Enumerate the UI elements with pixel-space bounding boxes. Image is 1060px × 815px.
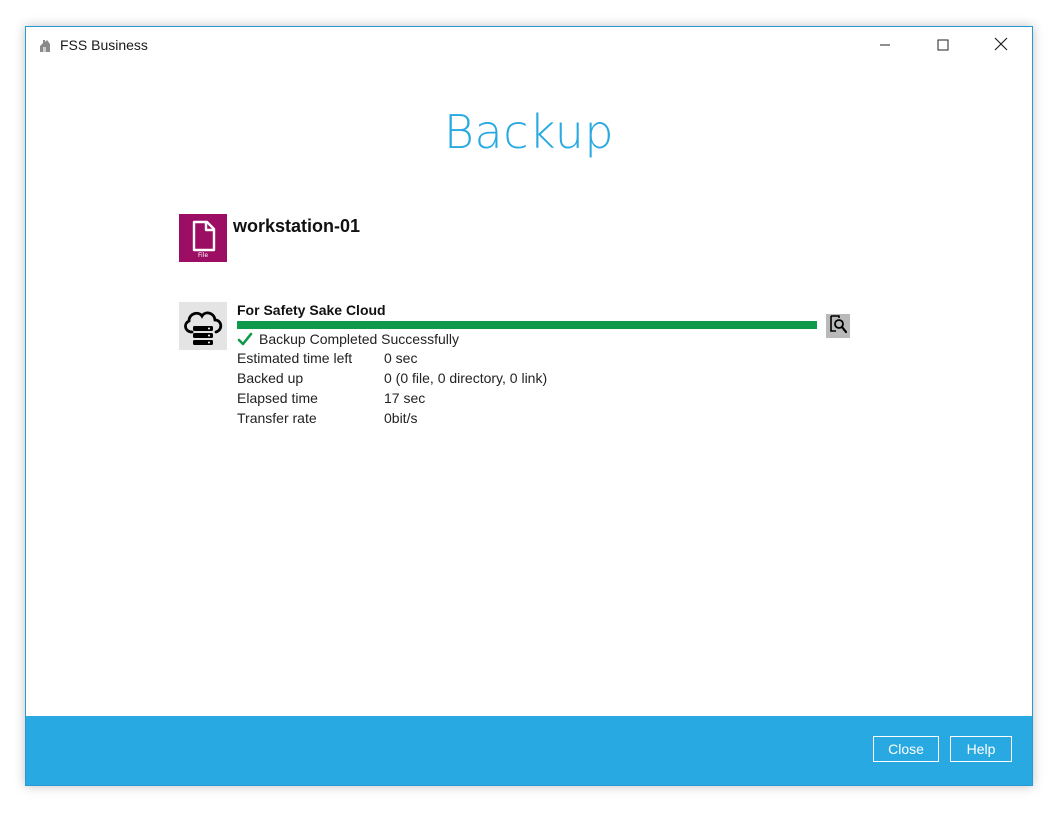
elapsed-time-label: Elapsed time [237,390,318,406]
backed-up-value: 0 (0 file, 0 directory, 0 link) [384,370,548,386]
magnify-report-icon [828,314,848,338]
title-bar[interactable]: FSS Business [26,27,1032,65]
transfer-rate-value: 0bit/s [384,410,418,426]
transfer-rate-label: Transfer rate [237,410,317,426]
backup-status-text: Backup Completed Successfully [259,331,459,347]
backup-progress-bar [237,321,817,329]
backup-status: Backup Completed Successfully [237,330,459,348]
backup-progress-fill [237,321,817,329]
backup-set-badge: File [179,214,227,262]
backup-window: FSS Business Backup File workstation-01 … [25,26,1033,786]
close-icon [994,36,1008,55]
minimize-icon [879,36,891,55]
help-button[interactable]: Help [950,736,1012,762]
backup-set-name: workstation-01 [233,216,361,236]
estimated-time-label: Estimated time left [237,350,353,366]
checkmark-icon [237,331,253,347]
close-window-button[interactable] [978,27,1024,63]
view-report-button[interactable] [826,314,850,338]
footer-bar: Close Help [26,716,1032,785]
maximize-button[interactable] [920,27,966,63]
minimize-button[interactable] [862,27,908,63]
destination-name: For Safety Sake Cloud [237,302,386,318]
backup-set-type-label: File [197,252,209,259]
estimated-time-value: 0 sec [384,350,418,366]
close-button[interactable]: Close [873,736,939,762]
backed-up-label: Backed up [237,370,304,386]
destination-badge [179,302,227,350]
page-title: Backup [443,105,615,159]
maximize-icon [937,36,949,55]
app-logo-icon [37,38,53,54]
window-title: FSS Business [60,37,148,53]
elapsed-time-value: 17 sec [384,390,426,406]
cloud-server-icon [179,311,227,354]
